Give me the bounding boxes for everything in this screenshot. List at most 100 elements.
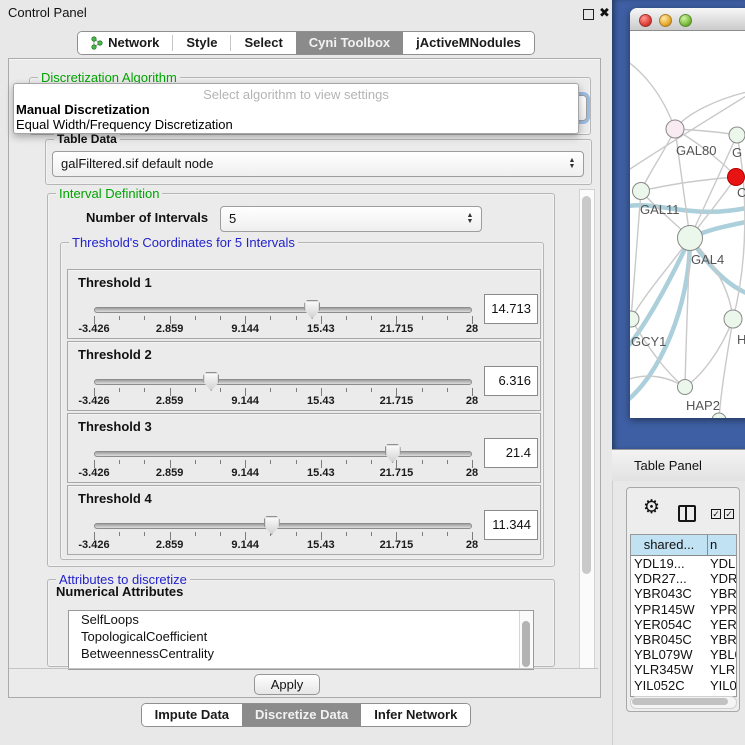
slider-scale-labels: -3.4262.8599.14415.4321.71528 xyxy=(94,539,472,552)
tab-infer-network[interactable]: Infer Network xyxy=(361,704,470,726)
number-of-intervals-combobox[interactable]: 5 ▲▼ xyxy=(220,206,482,232)
cell-name[interactable]: YIL0 xyxy=(708,678,736,693)
threshold-slider[interactable]: -3.4262.8599.14415.4321.71528 xyxy=(94,486,472,554)
network-node[interactable] xyxy=(729,127,745,143)
column-header-name[interactable]: n xyxy=(708,535,736,555)
tab-network[interactable]: Network xyxy=(78,32,172,54)
cell-shared-name[interactable]: YIL052C xyxy=(631,678,708,693)
threshold-value-field[interactable]: 21.4 xyxy=(484,438,538,468)
cell-name[interactable]: YBR0 xyxy=(708,632,736,647)
network-window-titlebar[interactable] xyxy=(630,8,745,31)
close-icon[interactable]: ✖ xyxy=(599,0,610,26)
network-node[interactable] xyxy=(666,120,684,138)
threshold-value-field[interactable]: 14.713 xyxy=(484,294,538,324)
cell-shared-name[interactable]: YBR045C xyxy=(631,632,708,647)
slider-tick-label: 15.43 xyxy=(307,323,335,335)
cell-name[interactable]: YPR1 xyxy=(708,602,736,617)
attributes-scrollbar[interactable] xyxy=(519,611,533,669)
threshold-value-field[interactable]: 6.316 xyxy=(484,366,538,396)
attribute-list-item[interactable]: SelfLoops xyxy=(69,611,533,628)
column-layout-icon[interactable] xyxy=(678,505,696,522)
numerical-attributes-list[interactable]: SelfLoopsTopologicalCoefficientBetweenne… xyxy=(68,610,534,670)
algorithm-option-equal-width[interactable]: Equal Width/Frequency Discretization xyxy=(14,117,578,132)
table-row[interactable]: YPR145WYPR1 xyxy=(631,602,736,617)
cell-shared-name[interactable]: YPR145W xyxy=(631,602,708,617)
mac-close-icon[interactable] xyxy=(639,14,652,27)
tab-impute-data[interactable]: Impute Data xyxy=(142,704,242,726)
panel-scrollbar-thumb[interactable] xyxy=(582,196,591,574)
bottom-tab-group: Impute Data Discretize Data Infer Networ… xyxy=(141,703,472,727)
network-node[interactable] xyxy=(678,380,693,395)
tab-discretize-data[interactable]: Discretize Data xyxy=(242,704,361,726)
network-node[interactable] xyxy=(633,183,650,200)
threshold-value-field[interactable]: 11.344 xyxy=(484,510,538,540)
cell-name[interactable]: YBL0 xyxy=(708,647,736,662)
checkbox-icon[interactable]: ✓ xyxy=(724,509,734,519)
attribute-list-item[interactable]: TopologicalCoefficient xyxy=(69,628,533,645)
mac-zoom-icon[interactable] xyxy=(679,14,692,27)
cell-name[interactable]: YBR0 xyxy=(708,586,736,601)
cell-shared-name[interactable]: YER054C xyxy=(631,617,708,632)
float-window-icon[interactable] xyxy=(583,9,594,20)
cell-shared-name[interactable]: YBR043C xyxy=(631,586,708,601)
slider-tick-label: -3.426 xyxy=(78,395,109,407)
table-row[interactable]: YBL079WYBL0 xyxy=(631,647,736,662)
tab-jactivemnodules[interactable]: jActiveMNodules xyxy=(403,32,534,54)
table-data-title: Table Data xyxy=(54,132,120,146)
cell-shared-name[interactable]: YBL079W xyxy=(631,647,708,662)
network-node[interactable] xyxy=(630,311,639,327)
network-node[interactable] xyxy=(712,413,726,418)
table-data-combobox[interactable]: galFiltered.sif default node ▲▼ xyxy=(52,151,584,177)
network-node[interactable] xyxy=(678,226,703,251)
attribute-list-item[interactable]: BetweennessCentrality xyxy=(69,645,533,662)
cell-name[interactable]: YDL1 xyxy=(708,556,736,571)
table-row[interactable]: YIL052CYIL0 xyxy=(631,678,736,693)
slider-tick-label: 2.859 xyxy=(156,467,184,479)
gear-icon[interactable]: ⚙ xyxy=(643,498,660,517)
table-row[interactable]: YDR27...YDR2 xyxy=(631,571,736,586)
slider-track[interactable] xyxy=(94,451,472,457)
table-data-value: galFiltered.sif default node xyxy=(61,156,213,171)
slider-track[interactable] xyxy=(94,379,472,385)
network-canvas[interactable]: GAL80GCGAL11GAL4GCY1HHAP2 xyxy=(630,31,745,418)
cell-shared-name[interactable]: YLR345W xyxy=(631,662,708,677)
cell-name[interactable]: YER0 xyxy=(708,617,736,632)
tab-style[interactable]: Style xyxy=(173,32,230,54)
tab-select[interactable]: Select xyxy=(231,32,295,54)
slider-tick-label: 21.715 xyxy=(380,323,414,335)
network-node[interactable] xyxy=(728,169,745,186)
cell-name[interactable]: YDR2 xyxy=(708,571,736,586)
thresholds-group: Threshold's Coordinates for 5 Intervals … xyxy=(60,242,544,560)
threshold-slider[interactable]: -3.4262.8599.14415.4321.71528 xyxy=(94,342,472,410)
slider-track[interactable] xyxy=(94,307,472,313)
tab-cyni-toolbox[interactable]: Cyni Toolbox xyxy=(296,32,403,54)
table-row[interactable]: YLR345WYLR3 xyxy=(631,662,736,677)
column-header-shared-name[interactable]: shared... xyxy=(631,535,708,555)
table-header-row: shared... n xyxy=(631,535,736,556)
algorithm-dropdown-popup: Select algorithm to view settings Manual… xyxy=(13,83,579,134)
table-row[interactable]: YBR043CYBR0 xyxy=(631,586,736,601)
tick-mark xyxy=(270,316,271,320)
mac-minimize-icon[interactable] xyxy=(659,14,672,27)
algorithm-option-manual[interactable]: Manual Discretization xyxy=(14,102,578,117)
panel-vertical-scrollbar[interactable] xyxy=(579,189,595,669)
network-node[interactable] xyxy=(724,310,742,328)
cell-shared-name[interactable]: YDR27... xyxy=(631,571,708,586)
threshold-slider[interactable]: -3.4262.8599.14415.4321.71528 xyxy=(94,414,472,482)
cell-shared-name[interactable]: YDL19... xyxy=(631,556,708,571)
tick-mark xyxy=(195,388,196,392)
table-row[interactable]: YER054CYER0 xyxy=(631,617,736,632)
checkbox-icon[interactable]: ✓ xyxy=(711,509,721,519)
apply-button[interactable]: Apply xyxy=(254,674,320,695)
table-row[interactable]: YDL19...YDL1 xyxy=(631,556,736,571)
table-hscrollbar-thumb[interactable] xyxy=(632,698,728,705)
node-table[interactable]: shared... n YDL19...YDL1YDR27...YDR2YBR0… xyxy=(630,534,737,697)
attributes-scrollbar-thumb[interactable] xyxy=(522,621,530,667)
cell-name[interactable]: YLR3 xyxy=(708,662,736,677)
slider-track[interactable] xyxy=(94,523,472,529)
table-horizontal-scrollbar[interactable] xyxy=(630,696,737,709)
threshold-slider[interactable]: -3.4262.8599.14415.4321.71528 xyxy=(94,270,472,338)
table-row[interactable]: YBR045CYBR0 xyxy=(631,632,736,647)
tick-mark xyxy=(422,316,423,320)
slider-tick-label: 9.144 xyxy=(231,539,259,551)
